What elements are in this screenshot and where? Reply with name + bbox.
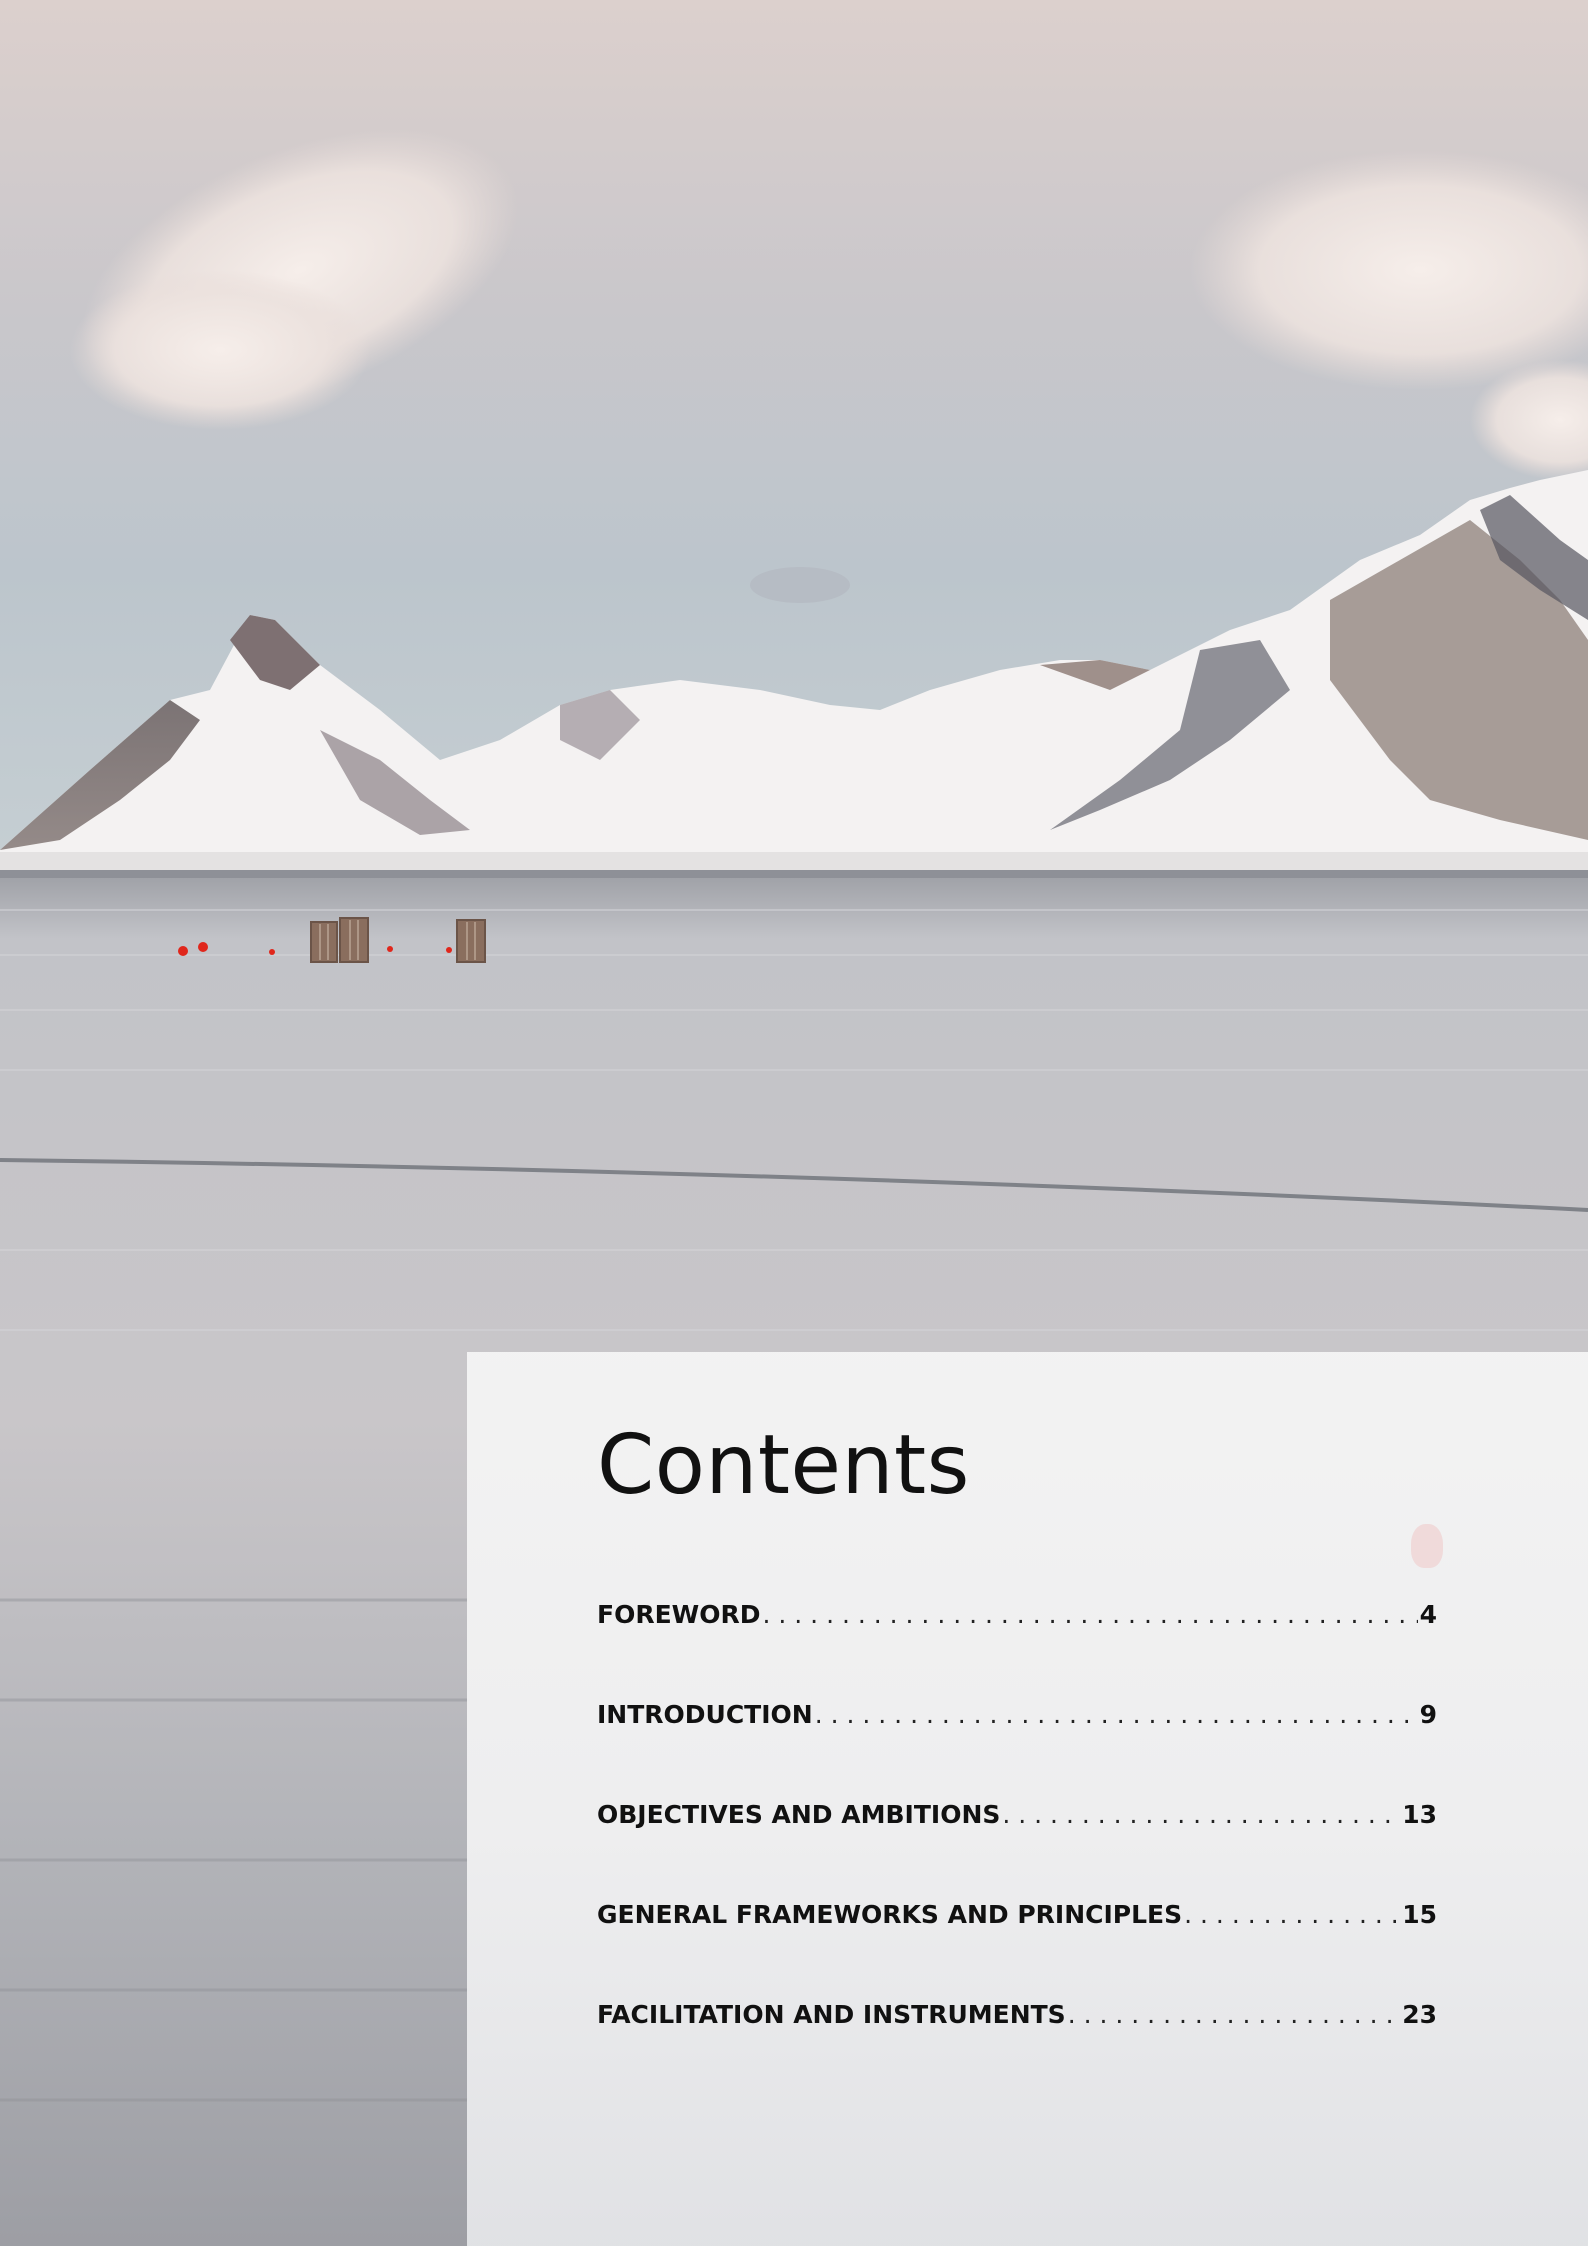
table-of-contents: FOREWORD 4 INTRODUCTION 9 OBJECTIVES AND… <box>597 1600 1437 2100</box>
toc-entry-page: 9 <box>1419 1700 1437 1729</box>
toc-entry-page: 13 <box>1402 1800 1437 1829</box>
toc-dot-leader <box>1184 1900 1400 1929</box>
toc-entry-label: FACILITATION AND INSTRUMENTS <box>597 2000 1066 2029</box>
toc-entry-objectives[interactable]: OBJECTIVES AND AMBITIONS 13 <box>597 1800 1437 1900</box>
toc-entry-page: 15 <box>1402 1900 1437 1929</box>
buoy-reflection <box>1411 1524 1443 1568</box>
toc-entry-label: INTRODUCTION <box>597 1700 813 1729</box>
toc-entry-frameworks[interactable]: GENERAL FRAMEWORKS AND PRINCIPLES 15 <box>597 1900 1437 2000</box>
toc-entry-label: OBJECTIVES AND AMBITIONS <box>597 1800 1001 1829</box>
toc-entry-label: FOREWORD <box>597 1600 761 1629</box>
page-title: Contents <box>597 1418 970 1513</box>
toc-dot-leader <box>1002 1800 1400 1829</box>
toc-entry-introduction[interactable]: INTRODUCTION 9 <box>597 1700 1437 1800</box>
toc-dot-leader <box>1068 2000 1401 2029</box>
toc-entry-page: 4 <box>1419 1600 1437 1629</box>
toc-entry-facilitation[interactable]: FACILITATION AND INSTRUMENTS 23 <box>597 2000 1437 2100</box>
toc-dot-leader <box>763 1600 1418 1629</box>
toc-entry-page: 23 <box>1402 2000 1437 2029</box>
toc-entry-label: GENERAL FRAMEWORKS AND PRINCIPLES <box>597 1900 1183 1929</box>
toc-dot-leader <box>815 1700 1418 1729</box>
toc-entry-foreword[interactable]: FOREWORD 4 <box>597 1600 1437 1700</box>
